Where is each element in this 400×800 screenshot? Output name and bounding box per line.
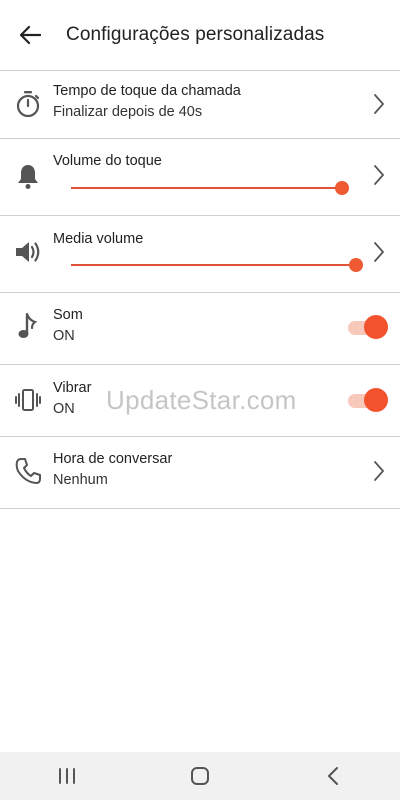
ring-time-label: Tempo de toque da chamada: [53, 83, 241, 99]
media-volume-slider[interactable]: [71, 264, 356, 266]
ring-time-value: Finalizar depois de 40s: [53, 104, 203, 120]
timer-icon: [14, 90, 42, 118]
back-button[interactable]: [18, 23, 42, 47]
talk-time-label: Hora de conversar: [53, 451, 173, 467]
sound-row[interactable]: Som ON: [0, 293, 400, 364]
vibrate-label: Vibrar: [53, 380, 92, 396]
toggle-thumb: [364, 388, 388, 412]
page-title: Configurações personalizadas: [66, 24, 325, 45]
recents-button[interactable]: [47, 756, 87, 796]
ring-volume-row[interactable]: Volume do toque: [0, 139, 400, 215]
sound-label: Som: [53, 307, 83, 323]
ring-volume-slider-knob[interactable]: [334, 181, 349, 195]
talk-time-value: Nenhum: [53, 472, 108, 488]
recents-icon: [58, 768, 75, 784]
nav-back-button[interactable]: [313, 756, 353, 796]
media-volume-row[interactable]: Media volume: [0, 216, 400, 292]
ring-time-row[interactable]: Tempo de toque da chamada Finalizar depo…: [0, 71, 400, 138]
chevron-right-icon: [374, 94, 384, 114]
chevron-right-icon: [374, 165, 384, 185]
media-volume-slider-knob[interactable]: [349, 258, 363, 272]
talk-time-row[interactable]: Hora de conversar Nenhum: [0, 437, 400, 508]
speaker-icon: [14, 238, 42, 266]
nav-back-icon: [328, 767, 339, 785]
divider: [0, 508, 400, 509]
chevron-right-icon: [374, 242, 384, 262]
ring-volume-slider[interactable]: [71, 187, 342, 189]
media-volume-label: Media volume: [53, 231, 144, 247]
chevron-right-icon: [374, 461, 384, 481]
phone-icon: [14, 457, 42, 485]
toggle-thumb: [364, 315, 388, 339]
sound-value: ON: [53, 328, 75, 344]
home-button[interactable]: [180, 756, 220, 796]
music-note-icon: [14, 312, 42, 341]
bell-icon: [14, 162, 42, 190]
vibrate-icon: [14, 386, 42, 414]
home-icon: [190, 767, 209, 785]
ring-volume-label: Volume do toque: [53, 153, 162, 169]
system-nav-bar: [0, 752, 400, 800]
app-header: Configurações personalizadas: [0, 0, 400, 70]
sound-toggle[interactable]: [348, 314, 388, 339]
back-arrow-icon: [19, 25, 41, 45]
vibrate-value: ON: [53, 401, 75, 417]
vibrate-row[interactable]: Vibrar ON: [0, 365, 400, 436]
vibrate-toggle[interactable]: [348, 387, 388, 412]
